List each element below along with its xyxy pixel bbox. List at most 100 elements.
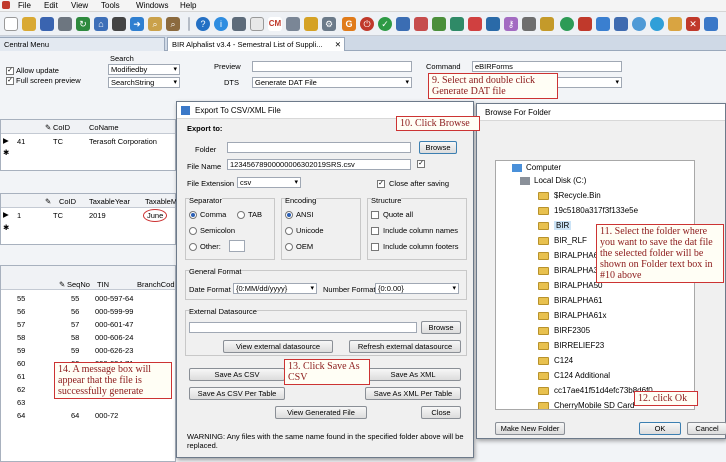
view-ext-button[interactable]: View external datasource — [223, 340, 333, 353]
menu-help[interactable]: Help — [180, 1, 196, 10]
preview-field[interactable] — [252, 61, 412, 72]
close-button[interactable]: Close — [421, 406, 461, 419]
menu-edit[interactable]: Edit — [44, 1, 58, 10]
open-icon[interactable] — [22, 17, 36, 31]
folder-item[interactable]: BIRALPHA6 — [554, 251, 598, 260]
mail-icon[interactable] — [704, 17, 718, 31]
tab-alphalist[interactable]: BIR Alphalist v3.4 - Semestral List of S… — [167, 37, 345, 51]
pin-icon[interactable] — [522, 17, 536, 31]
full-screen-checkbox[interactable]: ✓ — [6, 77, 14, 85]
unicode-radio[interactable] — [285, 227, 293, 235]
browse-ext-button[interactable]: Browse — [421, 321, 461, 334]
number-format-field[interactable]: {0:0.00} — [375, 283, 459, 294]
search-field-2[interactable]: SearchString — [108, 77, 180, 88]
arrow-icon[interactable] — [304, 17, 318, 31]
quote-all-checkbox[interactable] — [371, 211, 379, 219]
allow-update-checkbox[interactable]: ✓ — [6, 67, 14, 75]
folder-item[interactable]: BIRF2305 — [554, 326, 590, 335]
chart-icon[interactable] — [632, 17, 646, 31]
list-icon[interactable] — [432, 17, 446, 31]
export-icon[interactable] — [486, 17, 500, 31]
lock-icon[interactable] — [540, 17, 554, 31]
help-icon[interactable]: ? — [196, 17, 210, 31]
user-icon[interactable] — [650, 17, 664, 31]
tab-radio[interactable] — [237, 211, 245, 219]
folder-item[interactable]: C124 — [554, 356, 573, 365]
key-icon[interactable]: ⚷ — [504, 17, 518, 31]
search-icon[interactable]: ⌕ — [166, 17, 180, 31]
power-icon[interactable]: ⏻ — [360, 17, 374, 31]
browse-button[interactable]: Browse — [419, 141, 457, 154]
folder-item[interactable]: 19c5180a317f3f133e5e — [554, 206, 638, 215]
g-icon[interactable]: G — [342, 17, 356, 31]
settings-icon[interactable]: ⚙ — [322, 17, 336, 31]
close-icon[interactable]: ✕ — [335, 38, 341, 51]
menu-tools[interactable]: Tools — [101, 1, 120, 10]
menu-file[interactable]: File — [18, 1, 31, 10]
command-field[interactable]: eBIRForms — [472, 61, 622, 72]
sheet-icon[interactable] — [450, 17, 464, 31]
refresh-icon[interactable]: ↻ — [76, 17, 90, 31]
table-icon[interactable] — [414, 17, 428, 31]
bar-icon[interactable] — [578, 17, 592, 31]
exit-icon[interactable]: ✕ — [686, 17, 700, 31]
folder-item[interactable]: BIRALPHA61x — [554, 311, 606, 320]
ok-button[interactable]: OK — [639, 422, 681, 435]
view-generated-button[interactable]: View Generated File — [275, 406, 367, 419]
tab-central-menu[interactable]: Central Menu — [0, 37, 165, 51]
comma-radio[interactable] — [189, 211, 197, 219]
new-icon[interactable] — [4, 17, 18, 31]
info-icon[interactable]: i — [214, 17, 228, 31]
menu-windows[interactable]: Windows — [136, 1, 168, 10]
home-icon[interactable]: ⌂ — [94, 17, 108, 31]
cm-icon[interactable]: CM — [268, 17, 282, 31]
folder-item[interactable]: BIRALPHA61 — [554, 296, 602, 305]
folder-item[interactable]: BIR_RLF — [554, 236, 587, 245]
cancel-button[interactable]: Cancel — [687, 422, 726, 435]
date-format-field[interactable]: {0:MM/dd/yyyy} — [233, 283, 317, 294]
menu-view[interactable]: View — [71, 1, 88, 10]
oem-radio[interactable] — [285, 243, 293, 251]
computer-label[interactable]: Computer — [526, 163, 561, 172]
check-icon[interactable]: ✓ — [378, 17, 392, 31]
save-xml-table-button[interactable]: Save As XML Per Table — [365, 387, 461, 400]
include-footers-checkbox[interactable] — [371, 243, 379, 251]
ansi-radio[interactable] — [285, 211, 293, 219]
person-icon[interactable] — [560, 17, 574, 31]
folder-field[interactable] — [227, 142, 411, 153]
calendar-icon[interactable] — [614, 17, 628, 31]
zoom-icon[interactable]: ⌕ — [148, 17, 162, 31]
ext-ds-field[interactable] — [189, 322, 417, 333]
folder-item[interactable]: BIR — [554, 221, 572, 230]
semicolon-radio[interactable] — [189, 227, 197, 235]
other-field[interactable] — [229, 240, 245, 252]
folder-item[interactable]: $Recycle.Bin — [554, 191, 601, 200]
stop-icon[interactable] — [112, 17, 126, 31]
forward-icon[interactable]: ➜ — [130, 17, 144, 31]
include-names-checkbox[interactable] — [371, 227, 379, 235]
save-xml-button[interactable]: Save As XML — [365, 368, 461, 381]
close-after-checkbox[interactable]: ✓ — [377, 180, 385, 188]
new-folder-button[interactable]: Make New Folder — [495, 422, 565, 435]
pen-icon[interactable] — [668, 17, 682, 31]
folder-item[interactable]: BIRRELIEF23 — [554, 341, 604, 350]
dts-field[interactable]: Generate DAT File — [252, 77, 412, 88]
grid-icon[interactable] — [396, 17, 410, 31]
filename-checkbox[interactable]: ✓ — [417, 160, 425, 168]
ext-field[interactable]: csv — [237, 177, 301, 188]
save-csv-table-button[interactable]: Save As CSV Per Table — [189, 387, 285, 400]
save-csv-button[interactable]: Save As CSV — [189, 368, 285, 381]
window-icon[interactable] — [596, 17, 610, 31]
other-radio[interactable] — [189, 243, 197, 251]
filename-field[interactable]: 12345678900000006302019SRS.csv — [227, 159, 411, 170]
calc-icon[interactable] — [232, 17, 246, 31]
folder-item[interactable]: CherryMobile SD Card — [554, 401, 634, 409]
search-field-1[interactable]: Modifiedby — [108, 64, 180, 75]
refresh-ext-button[interactable]: Refresh external datasource — [349, 340, 461, 353]
folder-item[interactable]: C124 Additional — [554, 371, 610, 380]
print-icon[interactable] — [58, 17, 72, 31]
tools-icon[interactable] — [286, 17, 300, 31]
disk-label[interactable]: Local Disk (C:) — [534, 176, 586, 185]
save-icon[interactable] — [40, 17, 54, 31]
doc-icon[interactable] — [250, 17, 264, 31]
